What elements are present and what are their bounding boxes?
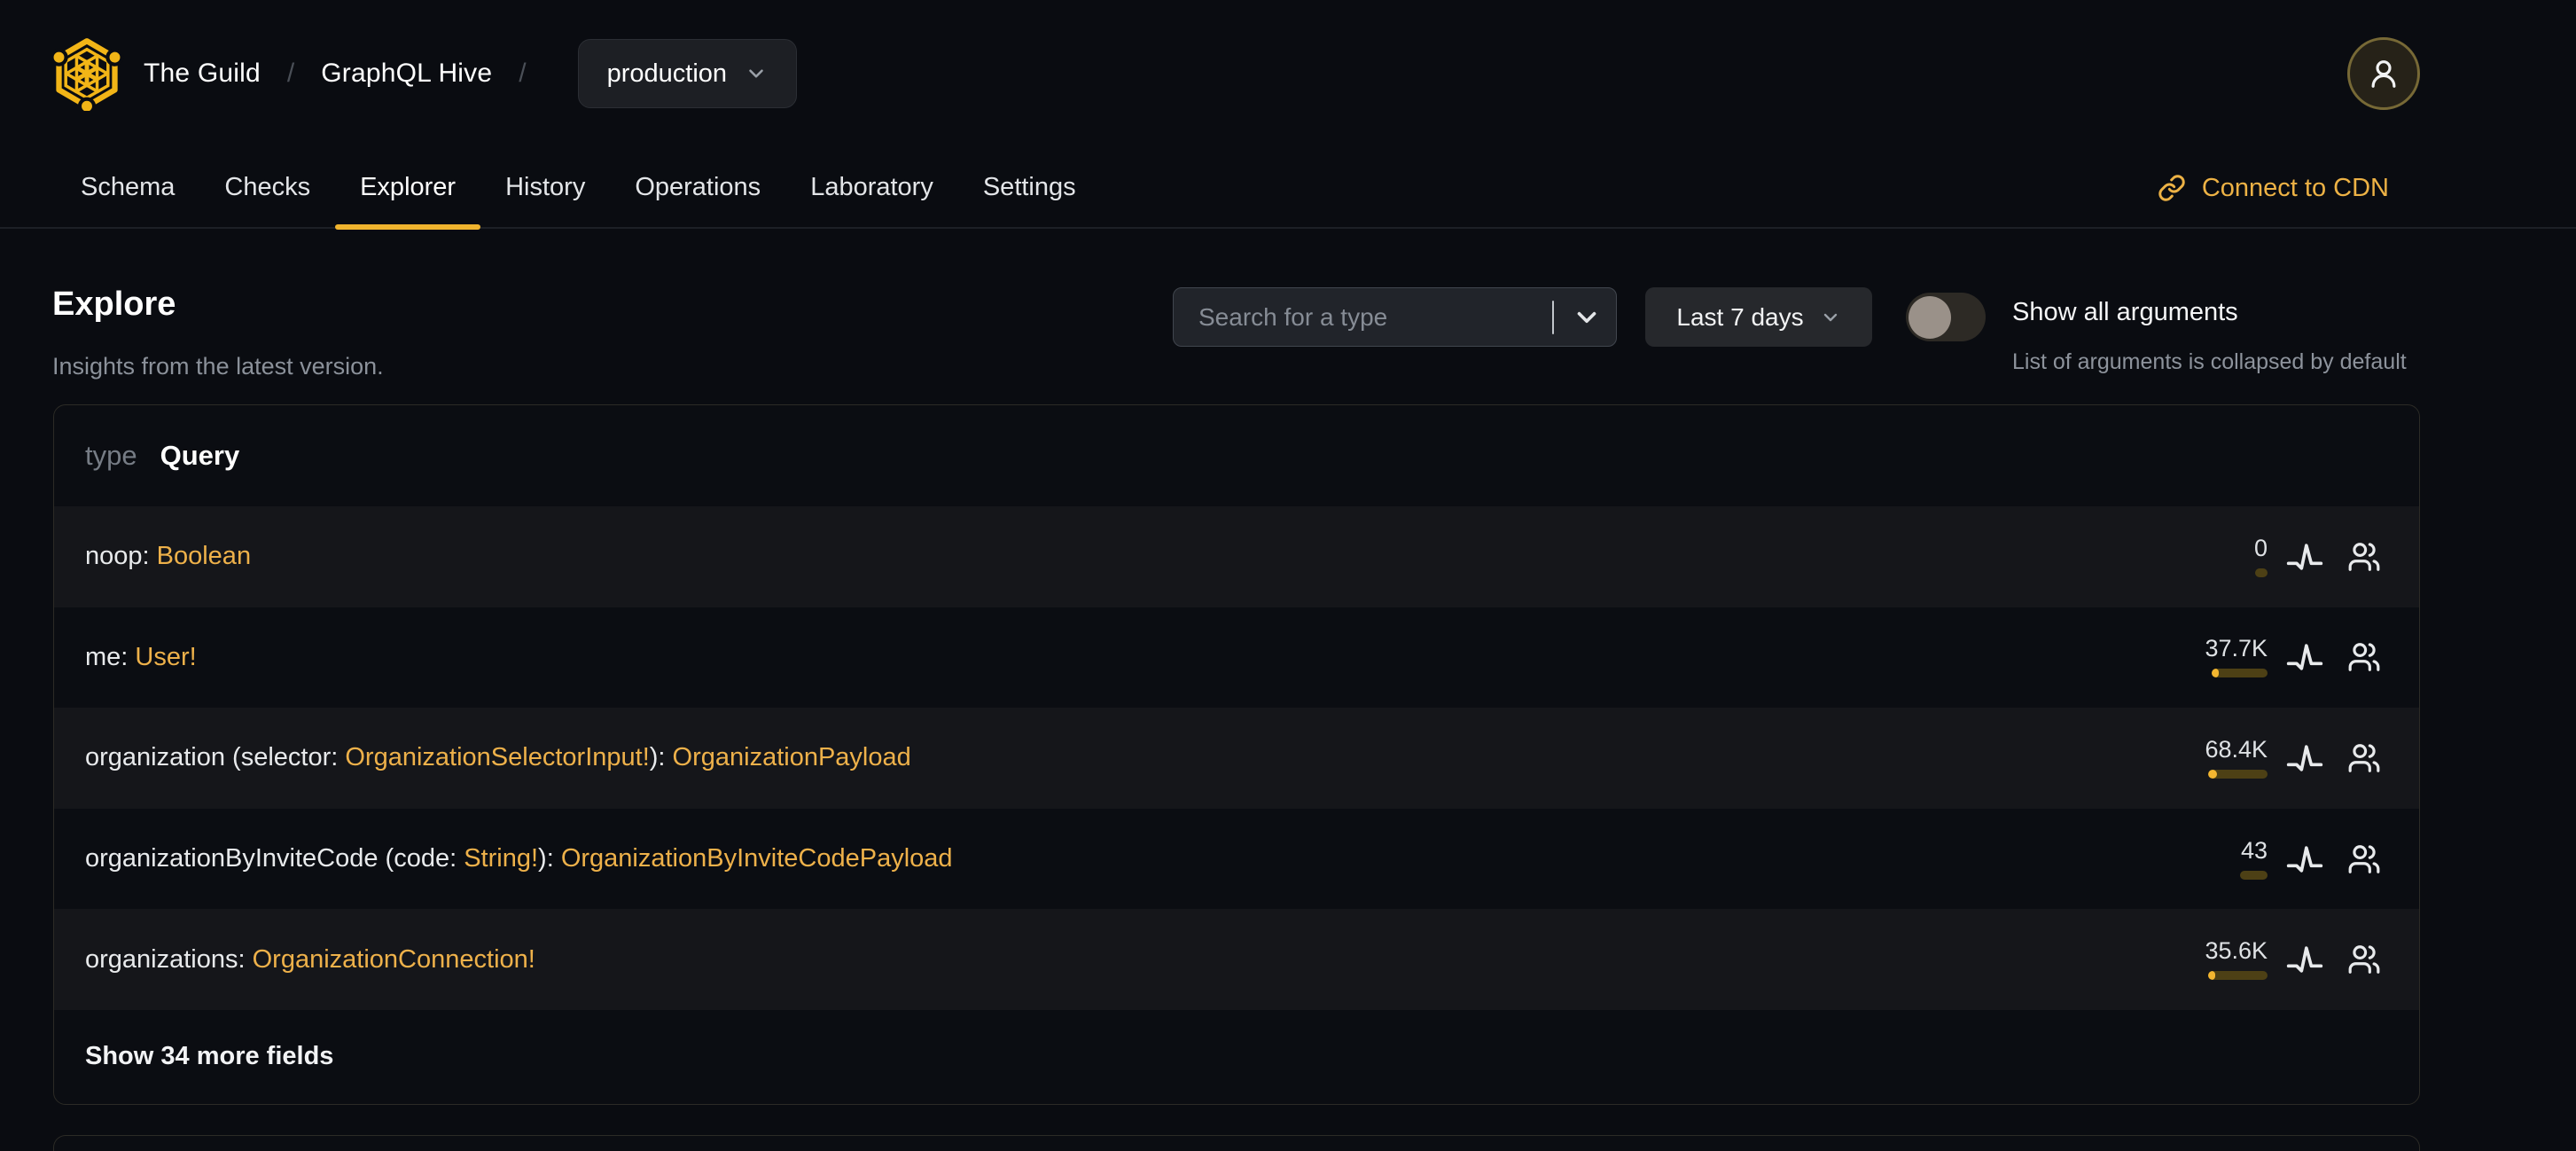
field-row[interactable]: organizations: OrganizationConnection! 3…	[54, 909, 2419, 1010]
pulse-icon[interactable]	[2285, 638, 2324, 677]
field-row[interactable]: me: User! 37.7K	[54, 607, 2419, 709]
pulse-icon[interactable]	[2285, 739, 2324, 778]
request-count: 0	[2253, 534, 2268, 561]
field-row[interactable]: noop: Boolean 0	[54, 506, 2419, 607]
search-input[interactable]	[1174, 302, 1547, 332]
users-icon[interactable]	[2347, 842, 2381, 876]
tab-explorer[interactable]: Explorer	[335, 146, 481, 230]
field-stats: 37.7K	[2205, 635, 2381, 678]
target-selector-button[interactable]: production	[577, 39, 798, 108]
request-count-block: 0	[2205, 536, 2268, 577]
show-more-fields-button[interactable]: Show 34 more fields	[54, 1010, 2419, 1104]
request-count: 43	[2240, 836, 2268, 864]
page-subtitle: Insights from the latest version.	[52, 353, 384, 380]
period-selector-button[interactable]: Last 7 days	[1645, 287, 1872, 347]
users-icon[interactable]	[2347, 741, 2381, 775]
pulse-icon[interactable]	[2285, 537, 2324, 576]
app-header: The Guild / GraphQL Hive / production	[0, 0, 2576, 147]
breadcrumb: The Guild / GraphQL Hive / production	[144, 39, 798, 108]
tab-history[interactable]: History	[480, 146, 610, 228]
tabs-list: Schema Checks Explorer History Operations Lab…	[56, 146, 1101, 230]
type-card-header: type Query	[54, 405, 2419, 506]
field-signature: me: User!	[85, 642, 197, 671]
breadcrumb-org[interactable]: The Guild	[144, 59, 261, 89]
breadcrumb-project[interactable]: GraphQL Hive	[321, 59, 492, 89]
field-stats: 68.4K	[2205, 735, 2381, 779]
pulse-icon[interactable]	[2285, 940, 2324, 979]
fields-list: noop: Boolean 0 me: User! 37.7K organiza…	[54, 506, 2419, 1010]
field-signature: organizationByInviteCode (code: String!)…	[85, 844, 953, 873]
toggle-knob	[1909, 295, 1951, 339]
field-stats: 35.6K	[2205, 937, 2381, 981]
type-card-query: type Query noop: Boolean 0 me: User! 37.…	[53, 404, 2420, 1105]
field-signature: organization (selector: OrganizationSele…	[85, 743, 911, 772]
type-search-combobox	[1173, 287, 1617, 347]
tab-settings[interactable]: Settings	[958, 146, 1101, 228]
usage-bar-fill	[2208, 769, 2217, 779]
request-count-block: 37.7K	[2205, 635, 2268, 678]
connect-to-cdn-label: Connect to CDN	[2201, 173, 2389, 202]
type-kind-label: type	[85, 440, 137, 471]
chevron-down-icon	[749, 69, 763, 78]
user-menu-button[interactable]	[2347, 37, 2420, 110]
breadcrumb-separator: /	[519, 59, 527, 88]
request-count: 68.4K	[2205, 735, 2268, 763]
field-row[interactable]: organization (selector: OrganizationSele…	[54, 708, 2419, 809]
usage-bar	[2255, 568, 2268, 577]
usage-bar	[2208, 769, 2268, 779]
usage-bar-fill	[2212, 669, 2219, 678]
app: The Guild / GraphQL Hive / production Sc…	[0, 0, 2576, 1151]
breadcrumb-separator: /	[286, 59, 295, 88]
request-count-block: 68.4K	[2205, 735, 2268, 779]
page-title: Explore	[52, 286, 176, 323]
chevron-down-icon	[1823, 313, 1837, 321]
tab-schema[interactable]: Schema	[56, 146, 199, 228]
user-round-icon	[2371, 60, 2396, 88]
connect-to-cdn-button[interactable]: Connect to CDN	[2158, 147, 2389, 229]
tab-laboratory[interactable]: Laboratory	[785, 146, 958, 228]
field-row[interactable]: organizationByInviteCode (code: String!)…	[54, 809, 2419, 910]
usage-bar	[2240, 870, 2268, 880]
users-icon[interactable]	[2347, 640, 2381, 674]
period-label: Last 7 days	[1676, 302, 1804, 331]
pulse-icon[interactable]	[2285, 840, 2324, 879]
show-all-arguments-toggle[interactable]	[1906, 293, 1986, 341]
toggle-hint: List of arguments is collapsed by defaul…	[2012, 349, 2407, 374]
tab-checks[interactable]: Checks	[199, 146, 335, 228]
request-count-block: 43	[2205, 836, 2268, 880]
next-type-card-edge	[53, 1135, 2420, 1151]
users-icon[interactable]	[2347, 943, 2381, 976]
link-icon	[2158, 175, 2185, 201]
usage-bar-fill	[2208, 971, 2215, 981]
users-icon[interactable]	[2347, 540, 2381, 574]
type-name: Query	[160, 440, 240, 471]
usage-bar	[2212, 669, 2268, 678]
usage-bar	[2208, 971, 2268, 981]
field-stats: 0	[2205, 536, 2381, 577]
request-count: 37.7K	[2205, 635, 2268, 662]
request-count-block: 35.6K	[2205, 937, 2268, 981]
request-count: 35.6K	[2205, 937, 2268, 965]
target-selector-label: production	[606, 59, 728, 88]
tab-operations[interactable]: Operations	[610, 146, 785, 228]
field-stats: 43	[2205, 836, 2381, 880]
chevron-down-icon[interactable]	[1572, 302, 1602, 333]
field-signature: organizations: OrganizationConnection!	[85, 944, 535, 974]
field-signature: noop: Boolean	[85, 542, 252, 571]
hive-logo-icon	[50, 38, 124, 111]
combobox-divider	[1551, 300, 1554, 334]
toggle-label: Show all arguments	[2012, 298, 2238, 326]
